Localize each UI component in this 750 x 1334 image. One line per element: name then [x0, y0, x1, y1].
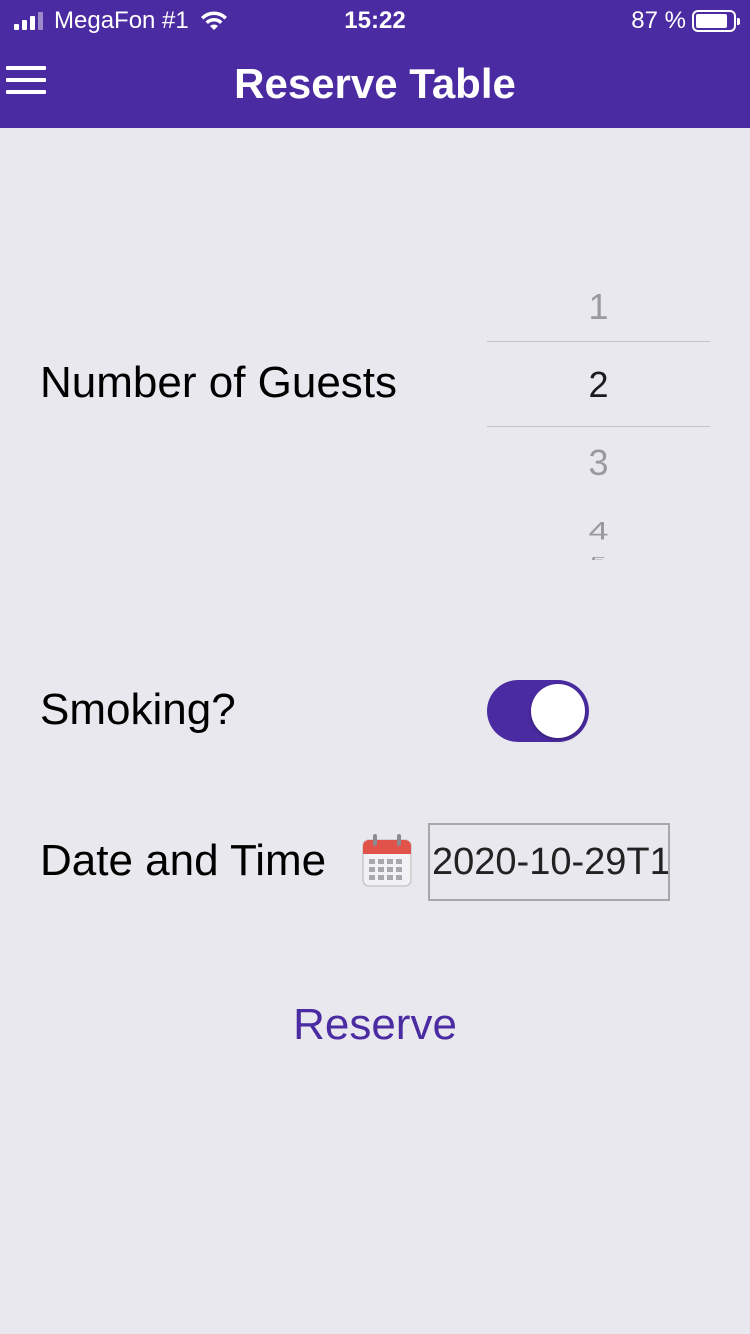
page-title: Reserve Table	[234, 60, 516, 107]
smoking-toggle[interactable]	[487, 680, 589, 742]
picker-option[interactable]: 1	[487, 286, 710, 328]
picker-option[interactable]: 3	[487, 442, 710, 484]
picker-option[interactable]: 5	[487, 556, 710, 560]
battery-icon	[692, 10, 740, 32]
status-right: 87 %	[631, 7, 740, 34]
picker-option[interactable]: 4	[487, 516, 710, 545]
guests-label: Number of Guests	[40, 358, 398, 407]
reserve-button[interactable]: Reserve	[0, 1000, 750, 1050]
battery-percent: 87 %	[631, 7, 686, 34]
guests-picker[interactable]: 1 2 3 4 5	[487, 270, 710, 560]
date-time-input[interactable]: 2020-10-29T1	[428, 823, 670, 901]
smoking-label: Smoking?	[40, 685, 236, 734]
date-time-label: Date and Time	[40, 836, 327, 885]
toggle-knob	[531, 684, 585, 738]
picker-option-selected[interactable]: 2	[487, 364, 710, 406]
nav-bar: Reserve Table	[0, 40, 750, 128]
status-bar: MegaFon #1 15:22 87 %	[0, 0, 750, 40]
calendar-icon[interactable]	[361, 832, 413, 888]
picker-selection-top-line	[487, 341, 710, 342]
picker-selection-bottom-line	[487, 426, 710, 427]
